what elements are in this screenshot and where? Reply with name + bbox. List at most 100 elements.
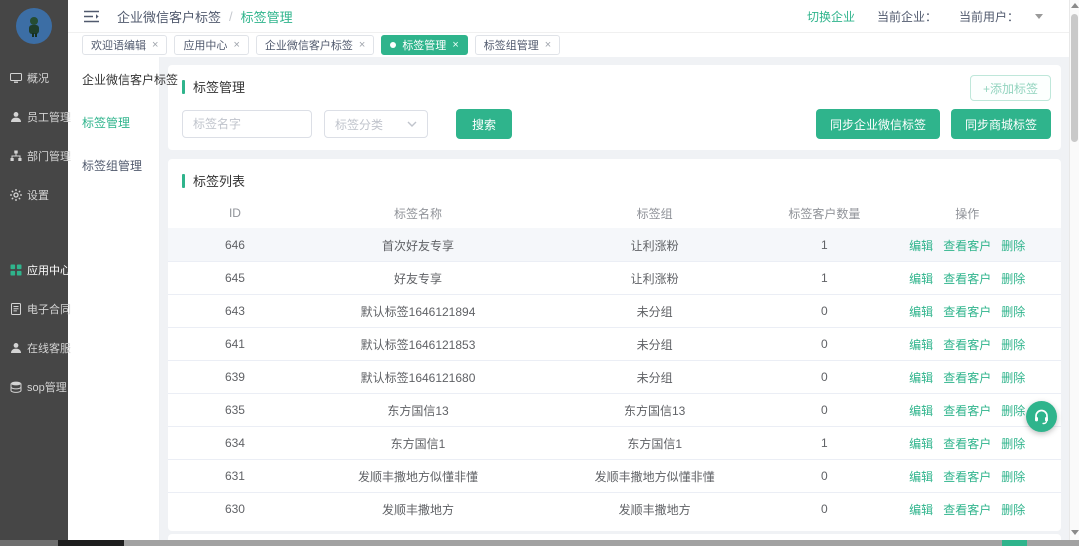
sidebar-item-sop[interactable]: sop管理 [0, 367, 68, 406]
tag-name-input[interactable] [182, 110, 312, 138]
table-row: 643默认标签1646121894未分组0编辑查看客户删除 [168, 294, 1061, 327]
company-logo[interactable] [16, 8, 52, 44]
delete-link[interactable]: 删除 [1001, 437, 1025, 451]
tab-tag-group-management[interactable]: 标签组管理 × [475, 35, 560, 55]
cell-actions: 编辑查看客户删除 [873, 237, 1061, 254]
logo-figure-icon [24, 15, 44, 37]
edit-link[interactable]: 编辑 [909, 503, 933, 517]
sidebar-item-label: 应用中心 [27, 262, 71, 278]
current-user-label: 当前用户： [959, 8, 1019, 25]
service-icon [10, 342, 22, 354]
edit-link[interactable]: 编辑 [909, 305, 933, 319]
view-customers-link[interactable]: 查看客户 [943, 503, 991, 517]
delete-link[interactable]: 删除 [1001, 272, 1025, 286]
edit-link[interactable]: 编辑 [909, 470, 933, 484]
delete-link[interactable]: 删除 [1001, 404, 1025, 418]
switch-company-link[interactable]: 切换企业 [807, 8, 855, 25]
table-row: 630发顺丰撒地方发顺丰撒地方0编辑查看客户删除 [168, 492, 1061, 525]
breadcrumb-root[interactable]: 企业微信客户标签 [117, 7, 221, 26]
cell-actions: 编辑查看客户删除 [873, 501, 1061, 518]
horizontal-scrollbar[interactable] [0, 540, 1079, 546]
scroll-up-arrow-icon[interactable] [1071, 3, 1079, 8]
horizontal-scrollbar-green-segment [1002, 540, 1027, 546]
sync-mall-tags-button[interactable]: 同步商城标签 [951, 109, 1051, 139]
edit-link[interactable]: 编辑 [909, 239, 933, 253]
tab-tag-management[interactable]: 标签管理 × [381, 35, 467, 55]
view-customers-link[interactable]: 查看客户 [943, 338, 991, 352]
sidebar-item-label: 部门管理 [27, 148, 71, 164]
cell-id: 646 [168, 238, 302, 252]
submenu-item-tag-management[interactable]: 标签管理 [68, 88, 159, 131]
delete-link[interactable]: 删除 [1001, 470, 1025, 484]
edit-link[interactable]: 编辑 [909, 338, 933, 352]
customer-service-float-button[interactable] [1026, 401, 1057, 432]
sidebar-item-online-service[interactable]: 在线客服 [0, 328, 68, 367]
tab-label: 标签组管理 [484, 37, 539, 53]
table-row: 635东方国信13东方国信130编辑查看客户删除 [168, 393, 1061, 426]
cell-tag-name: 东方国信1 [302, 435, 534, 452]
contract-icon [10, 303, 22, 315]
sidebar-item-settings[interactable]: 设置 [0, 175, 68, 214]
search-button[interactable]: 搜索 [456, 109, 512, 139]
scroll-down-arrow-icon[interactable] [1071, 530, 1079, 535]
sidebar-item-staff[interactable]: 员工管理 [0, 97, 68, 136]
cell-id: 635 [168, 403, 302, 417]
sidebar-item-overview[interactable]: 概况 [0, 58, 68, 97]
tab-close-icon[interactable]: × [152, 39, 158, 51]
user-dropdown-caret-icon[interactable] [1035, 14, 1043, 19]
edit-link[interactable]: 编辑 [909, 437, 933, 451]
tab-app-center[interactable]: 应用中心 × [174, 35, 248, 55]
tab-wechat-customer-tags[interactable]: 企业微信客户标签 × [256, 35, 374, 55]
view-customers-link[interactable]: 查看客户 [943, 470, 991, 484]
delete-link[interactable]: 删除 [1001, 371, 1025, 385]
edit-link[interactable]: 编辑 [909, 371, 933, 385]
add-tag-button[interactable]: +添加标签 [970, 75, 1051, 101]
sidebar-item-app-center[interactable]: 应用中心 [0, 250, 68, 289]
cell-actions: 编辑查看客户删除 [873, 270, 1061, 287]
sidebar-item-label: sop管理 [27, 379, 67, 395]
view-customers-link[interactable]: 查看客户 [943, 272, 991, 286]
breadcrumb-separator: / [229, 9, 233, 24]
delete-link[interactable]: 删除 [1001, 338, 1025, 352]
view-customers-link[interactable]: 查看客户 [943, 371, 991, 385]
view-customers-link[interactable]: 查看客户 [943, 305, 991, 319]
edit-link[interactable]: 编辑 [909, 404, 933, 418]
delete-link[interactable]: 删除 [1001, 305, 1025, 319]
sidebar-item-label: 电子合同 [27, 301, 71, 317]
view-customers-link[interactable]: 查看客户 [943, 437, 991, 451]
submenu-item-tag-group-management[interactable]: 标签组管理 [68, 131, 159, 174]
vertical-scrollbar-thumb[interactable] [1071, 14, 1078, 142]
view-customers-link[interactable]: 查看客户 [943, 404, 991, 418]
cell-tag-name: 默认标签1646121894 [302, 303, 534, 320]
cell-actions: 编辑查看客户删除 [873, 303, 1061, 320]
title-bar-accent [182, 80, 185, 94]
horizontal-scrollbar-thumb[interactable] [58, 540, 124, 546]
submenu-title: 企业微信客户标签 [68, 57, 159, 88]
breadcrumb: 企业微信客户标签 / 标签管理 [117, 7, 293, 26]
delete-link[interactable]: 删除 [1001, 239, 1025, 253]
app-window: 概况 员工管理 部门管理 设置 应用中心 电子合同 在线客服 sop管理 [0, 0, 1079, 546]
delete-link[interactable]: 删除 [1001, 503, 1025, 517]
topbar-right: 切换企业 当前企业： 当前用户： [807, 8, 1043, 25]
collapse-menu-icon[interactable] [84, 10, 99, 23]
table-body: 646首次好友专享让利涨粉1编辑查看客户删除645好友专享让利涨粉1编辑查看客户… [168, 228, 1061, 525]
cell-tag-group: 东方国信13 [534, 402, 775, 419]
tab-close-icon[interactable]: × [545, 39, 551, 51]
view-customers-link[interactable]: 查看客户 [943, 239, 991, 253]
tab-welcome-editor[interactable]: 欢迎语编辑 × [82, 35, 167, 55]
sync-wechat-tags-button[interactable]: 同步企业微信标签 [816, 109, 940, 139]
sidebar-item-contract[interactable]: 电子合同 [0, 289, 68, 328]
tag-list-card: 标签列表 ID 标签名称 标签组 标签客户数量 操作 646首次好友专享让利涨粉… [168, 159, 1061, 531]
cell-id: 643 [168, 304, 302, 318]
tag-category-select[interactable]: 标签分类 [324, 110, 428, 138]
current-company-label: 当前企业： [877, 8, 937, 25]
edit-link[interactable]: 编辑 [909, 272, 933, 286]
tab-close-icon[interactable]: × [452, 39, 458, 51]
tab-close-icon[interactable]: × [359, 39, 365, 51]
cell-tag-group: 发顺丰撒地方似懂非懂 [534, 468, 775, 485]
cell-tag-group: 未分组 [534, 369, 775, 386]
cell-tag-name: 好友专享 [302, 270, 534, 287]
sidebar-item-department[interactable]: 部门管理 [0, 136, 68, 175]
vertical-scrollbar[interactable] [1069, 0, 1079, 540]
tab-close-icon[interactable]: × [233, 39, 239, 51]
